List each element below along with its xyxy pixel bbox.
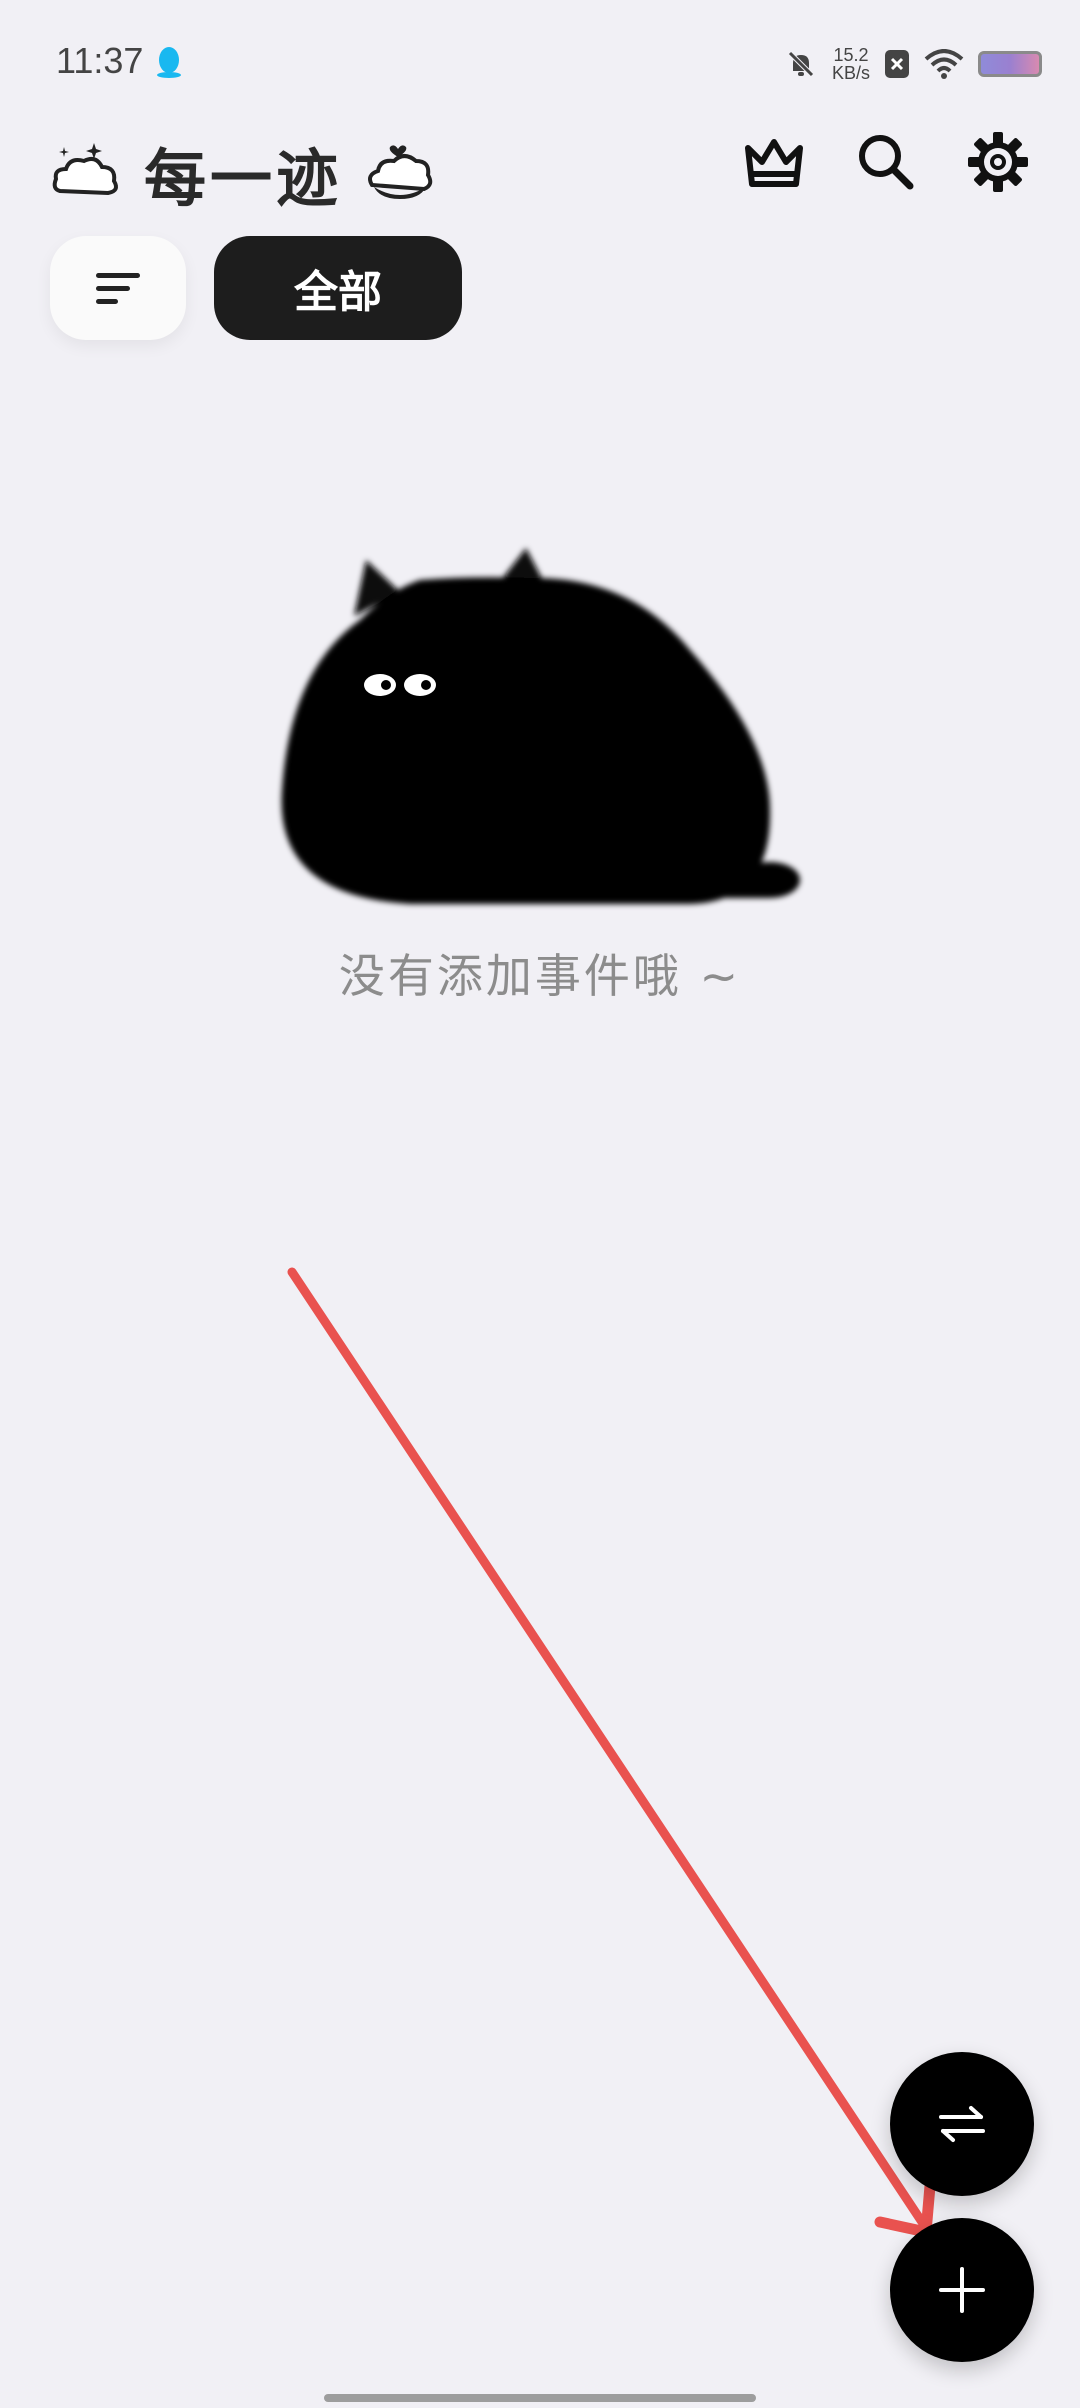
crown-icon[interactable]: [740, 128, 808, 196]
bell-off-icon: [788, 51, 814, 77]
wifi-icon: [924, 49, 964, 79]
annotation-arrow: [287, 1267, 936, 2238]
add-event-button[interactable]: [890, 2218, 1034, 2362]
settings-gear-icon[interactable]: [964, 128, 1032, 196]
swap-arrows-icon: [939, 2106, 985, 2142]
qq-icon: [157, 47, 181, 78]
filter-chip-all[interactable]: 全部: [214, 236, 462, 340]
home-indicator[interactable]: [324, 2394, 756, 2402]
network-speed-value: 15.2: [833, 45, 869, 65]
battery-icon: [978, 51, 1042, 77]
swap-button[interactable]: [890, 2052, 1034, 2196]
search-icon[interactable]: [852, 128, 920, 196]
empty-state-message: 没有添加事件哦 ~: [338, 949, 742, 1003]
sort-button[interactable]: [50, 236, 186, 340]
brand: 每一迹: [50, 128, 436, 218]
plus-icon: [939, 2267, 985, 2313]
network-speed: 15.2 KB/s: [832, 46, 870, 82]
network-speed-unit: KB/s: [831, 63, 870, 83]
black-cat-illustration: [281, 548, 800, 904]
app-title: 每一迹: [144, 142, 343, 215]
cloud-sparkle-icon: [52, 143, 118, 196]
cloud-heart-icon: [368, 145, 433, 199]
sort-lines-icon: [96, 273, 140, 304]
sim-off-icon: [885, 50, 909, 78]
status-bar: 11:37 15.2 KB/s: [0, 0, 1080, 120]
status-time: 11:37: [56, 40, 144, 81]
status-icons: 15.2 KB/s: [784, 36, 1042, 92]
